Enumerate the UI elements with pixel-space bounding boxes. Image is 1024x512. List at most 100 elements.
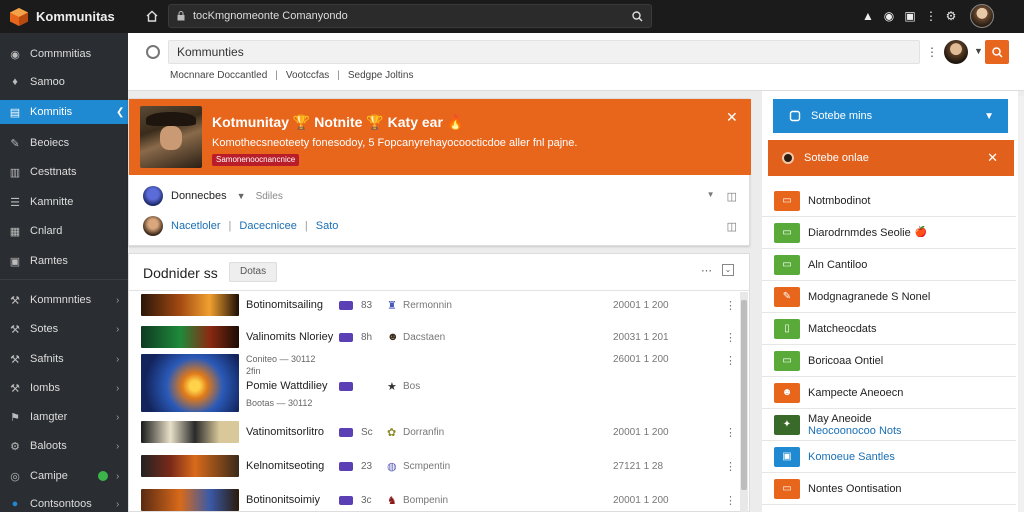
close-icon[interactable]: ✕ (726, 109, 738, 126)
sidebar-item[interactable]: ▥ Cesttnats (0, 160, 128, 184)
more-options-icon[interactable]: ⋮ (725, 331, 736, 344)
search-button[interactable] (985, 40, 1009, 64)
post-link[interactable]: Dacecnicee (239, 220, 296, 232)
avatar[interactable] (143, 186, 163, 206)
post-row[interactable]: Nacetloler | Dacecnicee | Sato ◫ (143, 215, 737, 237)
panel-controls: ⋯ ⌄ (701, 264, 734, 277)
game-title[interactable]: Kelnomitseoting (246, 460, 324, 472)
profile-avatar[interactable] (944, 40, 968, 64)
expand-icon[interactable]: ⌄ (722, 264, 734, 276)
online-header[interactable]: Sotebe onlae ✕ (768, 140, 1014, 176)
game-thumbnail[interactable] (141, 354, 239, 412)
more-options-icon[interactable]: ⋮ (725, 460, 736, 473)
post-author[interactable]: Donnecbes (171, 190, 227, 202)
close-icon[interactable]: ✕ (987, 150, 998, 166)
address-bar[interactable]: tocKmgnomeonte Comanyondo (168, 4, 652, 28)
chevron-right-icon: › (116, 382, 120, 394)
search-scope-icon[interactable] (146, 45, 160, 59)
list-item-label: Matcheocdats (808, 323, 876, 335)
settings-icon[interactable]: ⚙ (942, 7, 960, 25)
list-item[interactable]: ▯ Matcheocdats (762, 313, 1016, 345)
more-options-icon[interactable]: ⋮ (725, 299, 736, 312)
clipboard-icon[interactable]: ▣ (901, 7, 919, 25)
sidebar-item[interactable]: ⚒ Iombs › (0, 376, 128, 400)
list-item-label: Notmbodinot (808, 195, 870, 207)
community-card: Kotmunitay 🏆 Notnite 🏆 Katy ear 🔥 Komoth… (128, 98, 751, 246)
breadcrumb-item[interactable]: Mocnnare Doccantled (170, 70, 267, 81)
bell-icon[interactable]: ▲ (859, 7, 877, 25)
post-link[interactable]: Nacetloler (171, 220, 221, 232)
list-item[interactable]: ▭ Notmbodinot (762, 185, 1016, 217)
game-thumbnail[interactable] (141, 294, 239, 316)
more-options-icon[interactable]: ⋮ (725, 354, 736, 367)
breadcrumb-item[interactable]: Vootccfas (286, 70, 329, 81)
game-thumbnail[interactable] (141, 326, 239, 348)
game-title[interactable]: Valinomits Nloriey (246, 331, 333, 343)
game-thumbnail[interactable] (141, 421, 239, 443)
sort-select[interactable]: Sotebe mins ▼ (773, 99, 1008, 133)
book-icon: ▥ (9, 166, 21, 179)
home-button[interactable] (141, 5, 163, 27)
list-item[interactable]: ▣ Komoeue Santles (762, 441, 1016, 473)
community-tag[interactable]: Samonenoocnancnice (212, 154, 300, 166)
sidebar-item[interactable]: ♦ Samoo (0, 70, 128, 94)
item-icon: ☻ (774, 382, 800, 403)
sidebar-item[interactable]: ▣ Ramtes (0, 249, 128, 273)
filter-chip[interactable]: Dotas (229, 262, 278, 282)
chevron-down-icon[interactable]: ▼ (707, 190, 715, 203)
post-row[interactable]: Donnecbes ▼ Sdiles ▼ ◫ (143, 185, 737, 207)
sidebar-item[interactable]: ▦ Cnlard (0, 219, 128, 243)
list-item[interactable]: ▭ Diarodrnmdes Seolie 🍎 (762, 217, 1016, 249)
game-title[interactable]: Botinonitsoimiy (246, 494, 320, 506)
user-avatar[interactable] (970, 4, 994, 28)
table-row[interactable]: Valinomits Nloriey 8h ☻ Dacstaen 20031 1 201… (141, 326, 736, 348)
category-icon: ♜ (387, 300, 397, 312)
game-title[interactable]: Vatinomitsorlitro (246, 426, 324, 438)
list-item[interactable]: ✎ Modgnagranede S Nonel (762, 281, 1016, 313)
game-title[interactable]: Pomie Wattdiliey (246, 380, 328, 392)
list-item[interactable]: ▭ Boricoaa Ontiel (762, 345, 1016, 377)
table-row[interactable]: Botinonitsoimiy 3c ♞ Bompenin 20001 1 200 ⋮ (141, 489, 736, 511)
chevron-down-icon[interactable]: ▼ (974, 46, 983, 56)
game-thumbnail[interactable] (141, 455, 239, 477)
table-row[interactable]: Vatinomitsorlitro Sc ✿ Dorranfin 20001 1 200… (141, 421, 736, 443)
avatar[interactable] (143, 216, 163, 236)
more-options-icon[interactable]: ⋮ (926, 45, 938, 59)
sidebar-item[interactable]: ◎ Camipe › (0, 464, 128, 488)
table-row[interactable]: Kelnomitseoting 23 ◍ Scmpentin 27121 1 28 ⋮ (141, 455, 736, 477)
sidebar-item[interactable]: ☰ Kamnitte (0, 190, 128, 214)
more-horizontal-icon[interactable]: ⋯ (701, 264, 712, 277)
sidebar-item[interactable]: ⚒ Sotes › (0, 317, 128, 341)
scrollbar-thumb[interactable] (741, 300, 747, 490)
game-title[interactable]: Botinomitsailing (246, 299, 323, 311)
sidebar-item[interactable]: ⚙ Baloots › (0, 434, 128, 458)
list-item[interactable]: ▭ Nontes Oontisation (762, 473, 1016, 505)
chevron-down-icon[interactable]: ▼ (237, 191, 246, 201)
search-icon[interactable] (632, 10, 643, 22)
breadcrumb-item[interactable]: Sedgpe Joltins (348, 70, 414, 81)
more-options-icon[interactable]: ⋮ (725, 494, 736, 507)
sidebar-item[interactable]: ● Contsontoos › (0, 492, 128, 512)
game-thumbnail[interactable] (141, 489, 239, 511)
more-icon[interactable]: ⋮ (922, 7, 940, 25)
more-options-icon[interactable]: ⋮ (725, 426, 736, 439)
shield-icon[interactable]: ◉ (880, 7, 898, 25)
scrollbar[interactable] (1018, 96, 1024, 512)
sidebar-item[interactable]: ⚑ Iamgter › (0, 405, 128, 429)
table-row[interactable]: Botinomitsailing 83 ♜ Rermonnin 20001 1 200 ⋮ (141, 294, 736, 316)
sidebar-item[interactable]: ▤ Komnitis ❮ (0, 100, 128, 124)
list-item[interactable]: ✦ May Aneoide Neocoonocoo Nots (762, 409, 1016, 441)
sidebar-item[interactable]: ✎ Beoiecs (0, 131, 128, 155)
post-link[interactable]: Sato (316, 220, 339, 232)
wrench-icon: ⚒ (10, 353, 20, 366)
list-item[interactable]: ▭ Aln Cantiloo (762, 249, 1016, 281)
search-input[interactable] (168, 40, 920, 64)
sidebar-item[interactable]: ⚒ Safnits › (0, 347, 128, 371)
table-row[interactable]: Pomie Wattdiliey ★ Bos 26001 1 200 ⋮ Coniteo … (141, 354, 736, 412)
list-item[interactable]: ☻ Kampecte Aneoecn (762, 377, 1016, 409)
sidebar-item[interactable]: ◉ Commmitias (0, 42, 128, 66)
game-date: 26001 1 200 (613, 354, 669, 365)
chat-icon[interactable]: ◫ (727, 190, 737, 203)
chat-icon[interactable]: ◫ (727, 220, 737, 233)
sidebar-item[interactable]: ⚒ Kommnnties › (0, 288, 128, 312)
